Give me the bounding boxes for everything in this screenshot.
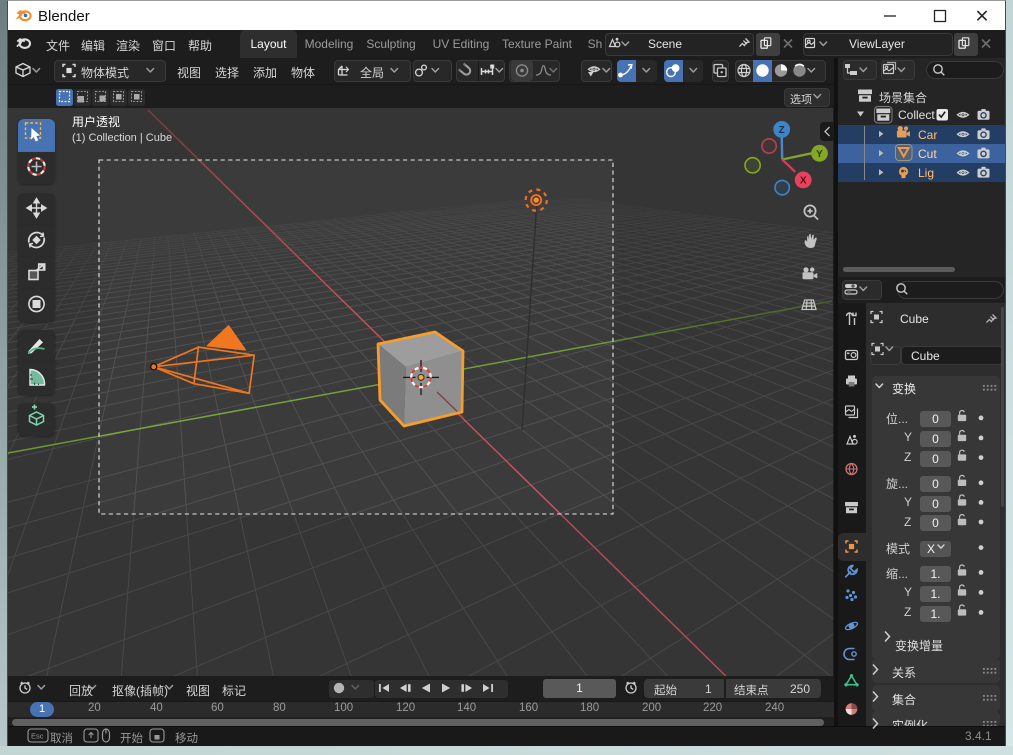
- svg-text:X: X: [800, 176, 807, 187]
- svg-text:Y: Y: [816, 149, 823, 160]
- svg-text:Z: Z: [779, 125, 785, 136]
